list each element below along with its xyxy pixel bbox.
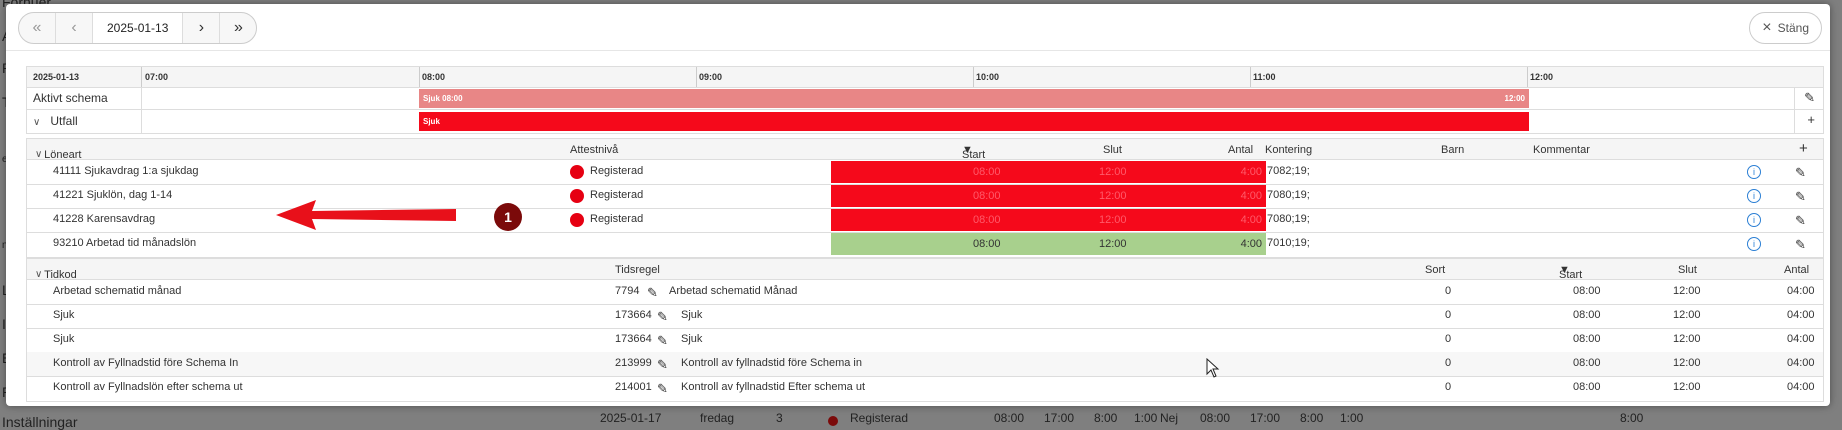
edit-icon[interactable]: ✎ bbox=[647, 285, 658, 301]
add-icon[interactable]: + bbox=[1807, 112, 1815, 127]
collapse-wage-section[interactable]: ∨ Löneart bbox=[35, 144, 81, 161]
timeline-header: 2025-01-13 07:00 08:00 09:00 10:00 11:00… bbox=[27, 67, 1823, 88]
edit-icon[interactable]: ✎ bbox=[1795, 213, 1806, 229]
outcome-label[interactable]: ∨ Utfall bbox=[33, 114, 78, 128]
hour-label: 07:00 bbox=[145, 72, 169, 82]
status-dot bbox=[570, 213, 584, 227]
table-row[interactable]: 93210 Arbetad tid månadslön 08:00 12:00 … bbox=[27, 232, 1823, 256]
info-icon[interactable]: i bbox=[1747, 213, 1761, 227]
edit-icon[interactable]: ✎ bbox=[1804, 90, 1815, 106]
chevron-right-icon: › bbox=[198, 19, 205, 36]
bg-table-row: 2025-01-17 fredag 3 Registerad 08:00 17:… bbox=[600, 411, 1644, 426]
date-navigator: « ‹ 2025-01-13 › » bbox=[18, 12, 258, 44]
bg-status-dot bbox=[828, 416, 838, 426]
time-cell: 08:00 12:00 4:00 bbox=[831, 209, 1266, 231]
divider bbox=[6, 50, 1830, 51]
close-label: Stäng bbox=[1777, 21, 1809, 35]
add-wage-row-button[interactable]: + bbox=[1799, 140, 1808, 157]
table-row[interactable]: Kontroll av Fyllnadslön efter schema ut … bbox=[27, 376, 1823, 400]
double-chevron-right-icon: » bbox=[233, 19, 243, 36]
table-row[interactable]: 41111 Sjukavdrag 1:a sjukdag Registerad … bbox=[27, 160, 1823, 185]
sort-start[interactable]: Start ▼ bbox=[962, 144, 985, 161]
edit-icon[interactable]: ✎ bbox=[1795, 189, 1806, 205]
wage-table-header: ∨ Löneart Attestnivå Start ▼ Slut Antal … bbox=[27, 139, 1823, 161]
mouse-cursor-icon bbox=[1206, 357, 1220, 383]
double-chevron-left-icon: « bbox=[32, 19, 42, 36]
collapse-timecode-section[interactable]: ∨ Tidkod bbox=[35, 264, 77, 281]
last-day-button[interactable]: » bbox=[220, 13, 256, 43]
active-schedule-label: Aktivt schema bbox=[33, 91, 108, 105]
status-dot bbox=[570, 165, 584, 179]
first-day-button[interactable]: « bbox=[19, 13, 56, 43]
edit-icon[interactable]: ✎ bbox=[657, 381, 668, 397]
edit-icon[interactable]: ✎ bbox=[657, 333, 668, 349]
table-row[interactable]: Sjuk 173664 ✎ Sjuk 0 08:00 12:00 04:00 bbox=[27, 328, 1823, 353]
info-icon[interactable]: i bbox=[1747, 189, 1761, 203]
time-cell: 08:00 12:00 4:00 bbox=[831, 233, 1266, 255]
status-dot bbox=[570, 189, 584, 203]
time-table-header: ∨ Tidkod Tidsregel Sort Start ▼ Slut Ant… bbox=[27, 259, 1823, 281]
table-row[interactable]: Sjuk 173664 ✎ Sjuk 0 08:00 12:00 04:00 bbox=[27, 304, 1823, 329]
prev-day-button[interactable]: ‹ bbox=[56, 13, 93, 43]
annotation-badge: 1 bbox=[494, 203, 522, 231]
time-cell: 08:00 12:00 4:00 bbox=[831, 185, 1266, 207]
time-cell: 08:00 12:00 4:00 bbox=[831, 161, 1266, 183]
annotation-arrow bbox=[276, 200, 456, 230]
table-row[interactable]: Kontroll av Fyllnadstid före Schema In 2… bbox=[27, 352, 1823, 377]
hour-label: 08:00 bbox=[422, 72, 446, 82]
chevron-left-icon: ‹ bbox=[71, 19, 77, 36]
edit-icon[interactable]: ✎ bbox=[657, 309, 668, 325]
edit-icon[interactable]: ✎ bbox=[657, 357, 668, 373]
next-day-button[interactable]: › bbox=[183, 13, 221, 43]
timeline-date: 2025-01-13 bbox=[33, 72, 80, 82]
active-schedule-row: Aktivt schema Sjuk 08:00 12:00 ✎ bbox=[27, 87, 1823, 110]
time-code-table: ∨ Tidkod Tidsregel Sort Start ▼ Slut Ant… bbox=[26, 258, 1824, 402]
info-icon[interactable]: i bbox=[1747, 237, 1761, 251]
outcome-bar[interactable]: Sjuk bbox=[419, 112, 1529, 131]
outcome-row: ∨ Utfall Sjuk + bbox=[27, 110, 1823, 132]
schedule-bar[interactable]: Sjuk 08:00 12:00 bbox=[419, 89, 1529, 108]
schedule-timeline: 2025-01-13 07:00 08:00 09:00 10:00 11:00… bbox=[26, 66, 1824, 134]
hour-label: 10:00 bbox=[976, 72, 1000, 82]
bg-menu-item: Inställningar bbox=[2, 414, 78, 430]
edit-icon[interactable]: ✎ bbox=[1795, 165, 1806, 181]
sort-start[interactable]: Start ▼ bbox=[1559, 264, 1582, 281]
hour-label: 09:00 bbox=[699, 72, 723, 82]
close-button[interactable]: × Stäng bbox=[1749, 12, 1822, 44]
table-row[interactable]: Arbetad schematid månad 7794 ✎ Arbetad s… bbox=[27, 280, 1823, 305]
hour-label: 11:00 bbox=[1253, 72, 1276, 82]
close-icon: × bbox=[1762, 19, 1772, 36]
current-date[interactable]: 2025-01-13 bbox=[93, 13, 184, 43]
hour-label: 12:00 bbox=[1530, 72, 1554, 82]
info-icon[interactable]: i bbox=[1747, 165, 1761, 179]
edit-icon[interactable]: ✎ bbox=[1795, 237, 1806, 253]
